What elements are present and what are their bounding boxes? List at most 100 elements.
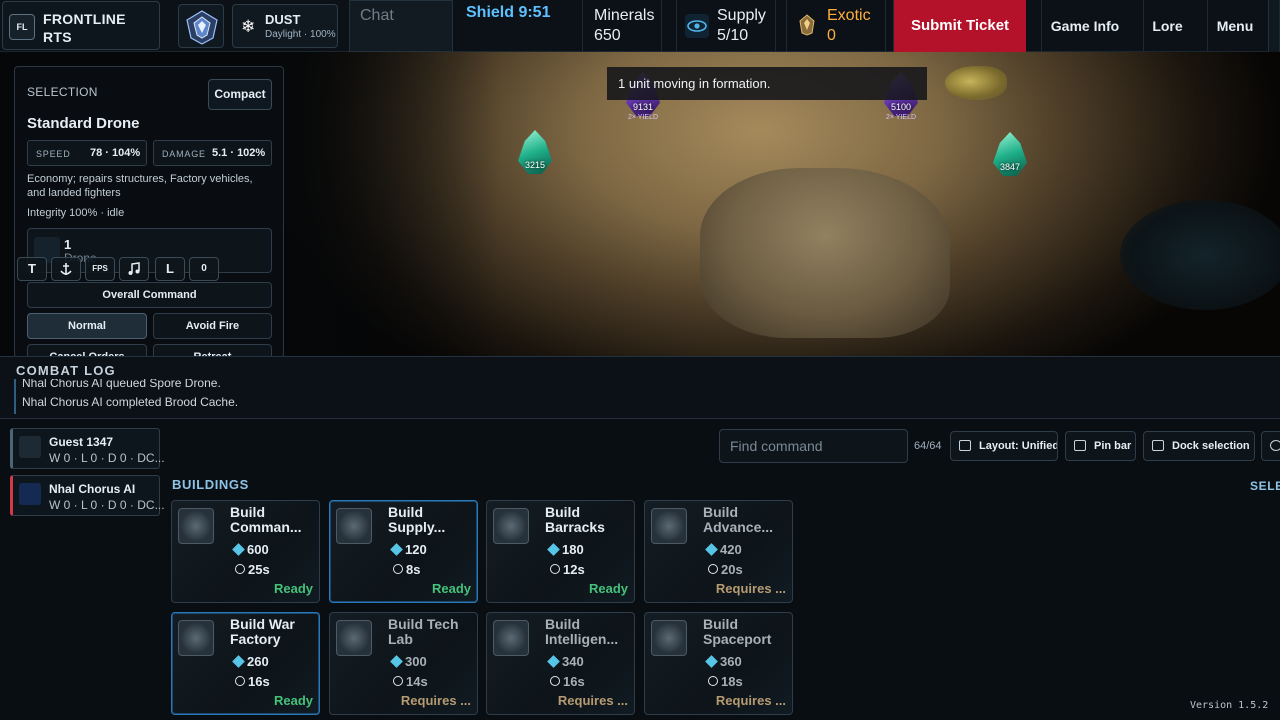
notification-toast: 1 unit moving in formation. bbox=[607, 67, 927, 100]
clock-icon bbox=[708, 564, 718, 574]
card-title: Build bbox=[230, 505, 265, 520]
rock-plateau bbox=[700, 168, 950, 338]
card-status: Requires ... bbox=[715, 581, 786, 596]
command-search[interactable] bbox=[719, 429, 908, 463]
section-title-secondary: SELE bbox=[1250, 479, 1280, 493]
command-count: 64/64 bbox=[914, 440, 942, 452]
command-center-icon bbox=[178, 508, 214, 544]
war-factory-icon bbox=[178, 620, 214, 656]
pin-bar-button[interactable]: Pin bar bbox=[1065, 431, 1136, 461]
selection-panel: SELECTION Compact Standard Drone SPEED 7… bbox=[14, 66, 284, 358]
damage-label: DAMAGE bbox=[162, 149, 206, 159]
card-subtitle: Lab bbox=[388, 632, 413, 647]
weather-subtitle: Daylight · 100% bbox=[265, 29, 336, 40]
build-tech-lab-card[interactable]: Build Tech Lab 300 14s Requires ... bbox=[329, 612, 478, 715]
dock-icon bbox=[1152, 440, 1164, 451]
build-spaceport-card[interactable]: Build Spaceport 360 18s Requires ... bbox=[644, 612, 793, 715]
node-amount: 9131 bbox=[632, 102, 654, 112]
minerals-label: Minerals bbox=[594, 7, 655, 24]
clock-icon bbox=[550, 564, 560, 574]
mineral-icon bbox=[390, 543, 403, 556]
card-cost: 600 bbox=[247, 542, 269, 557]
stance-avoid-fire-button[interactable]: Avoid Fire bbox=[153, 313, 272, 339]
build-advanced-infantry-card[interactable]: Build Advance... 420 20s Requires ... bbox=[644, 500, 793, 603]
card-subtitle: Barracks bbox=[545, 520, 605, 535]
pin-icon bbox=[1074, 440, 1086, 451]
weather-status[interactable]: ❄ DUST Daylight · 100% bbox=[232, 4, 338, 48]
damage-value: 5.1 · 102% bbox=[212, 147, 266, 159]
card-time: 20s bbox=[721, 562, 743, 577]
card-time: 12s bbox=[563, 562, 585, 577]
visibility-button[interactable] bbox=[1261, 431, 1280, 461]
creature-unit[interactable] bbox=[945, 66, 1007, 100]
mineral-icon bbox=[390, 655, 403, 668]
card-title: Build bbox=[388, 505, 423, 520]
hotkey-0-button[interactable]: 0 bbox=[189, 257, 219, 281]
card-title: Build bbox=[545, 617, 580, 632]
game-screen: 3215 9131 2× YIELD 5100 2× YIELD 3847 1 … bbox=[0, 0, 1280, 720]
lore-button[interactable]: Lore bbox=[1143, 0, 1191, 52]
card-title: Build Tech bbox=[388, 617, 459, 632]
menu-button[interactable]: Menu bbox=[1207, 0, 1262, 52]
card-time: 16s bbox=[248, 674, 270, 689]
combat-log-list[interactable]: Nhal Chorus AI queued Spore Drone. Nhal … bbox=[14, 379, 1280, 414]
game-info-button[interactable]: Game Info bbox=[1041, 0, 1128, 52]
card-subtitle: Advance... bbox=[703, 520, 774, 535]
roster-count: 1 bbox=[64, 237, 72, 252]
brand-name: FRONTLINE RTS bbox=[43, 11, 126, 45]
build-supply-depot-card[interactable]: Build Supply... 120 8s Ready bbox=[329, 500, 478, 603]
water-pool bbox=[1120, 200, 1280, 310]
card-time: 25s bbox=[248, 562, 270, 577]
supply-value: 5/10 bbox=[717, 27, 749, 44]
card-cost: 120 bbox=[405, 542, 427, 557]
layout-toggle-button[interactable]: Layout: Unified bbox=[950, 431, 1058, 461]
mineral-icon bbox=[232, 543, 245, 556]
mineral-icon bbox=[547, 655, 560, 668]
player-card[interactable]: Guest 1347 W 0 · L 0 · D 0 · DC... bbox=[10, 428, 165, 469]
node-amount: 3847 bbox=[999, 162, 1021, 172]
build-intelligence-card[interactable]: Build Intelligen... 340 16s Requires ... bbox=[486, 612, 635, 715]
stance-normal-button[interactable]: Normal bbox=[27, 313, 147, 339]
card-status: Requires ... bbox=[715, 693, 786, 708]
card-status: Ready bbox=[273, 693, 313, 708]
music-icon[interactable] bbox=[119, 257, 149, 281]
hotkey-t-button[interactable]: T bbox=[17, 257, 47, 281]
chat-box[interactable] bbox=[349, 0, 453, 52]
clock-icon bbox=[235, 676, 245, 686]
card-time: 8s bbox=[406, 562, 421, 577]
chat-input[interactable] bbox=[350, 1, 452, 31]
command-search-input[interactable] bbox=[720, 430, 907, 462]
exotic-crystal-icon bbox=[797, 14, 817, 36]
card-title: Build bbox=[703, 505, 738, 520]
card-cost: 360 bbox=[720, 654, 742, 669]
mineral-node[interactable]: 3215 bbox=[510, 130, 560, 186]
build-barracks-card[interactable]: Build Barracks 180 12s Ready bbox=[486, 500, 635, 603]
anchor-icon[interactable] bbox=[51, 257, 81, 281]
card-status: Requires ... bbox=[557, 693, 628, 708]
submit-ticket-button[interactable]: Submit Ticket bbox=[893, 0, 1026, 52]
clock-icon bbox=[235, 564, 245, 574]
card-status: Ready bbox=[588, 581, 628, 596]
card-cost: 260 bbox=[247, 654, 269, 669]
advanced-infantry-icon bbox=[651, 508, 687, 544]
dock-selection-button[interactable]: Dock selection bbox=[1143, 431, 1255, 461]
build-war-factory-card[interactable]: Build War Factory 260 16s Ready bbox=[171, 612, 320, 715]
combat-log-title: COMBAT LOG bbox=[16, 363, 116, 378]
hotkey-l-button[interactable]: L bbox=[155, 257, 185, 281]
pin-label: Pin bar bbox=[1094, 440, 1132, 452]
exotic-label: Exotic bbox=[827, 7, 871, 24]
node-amount: 5100 bbox=[890, 102, 912, 112]
overall-command-button[interactable]: Overall Command bbox=[27, 282, 272, 308]
card-status: Ready bbox=[273, 581, 313, 596]
rank-badge-icon[interactable] bbox=[178, 4, 224, 48]
build-command-center-card[interactable]: Build Comman... 600 25s Ready bbox=[171, 500, 320, 603]
mineral-node[interactable]: 3847 bbox=[985, 132, 1035, 188]
compact-button[interactable]: Compact bbox=[208, 79, 272, 110]
node-amount: 3215 bbox=[524, 160, 546, 170]
mineral-icon bbox=[547, 543, 560, 556]
opponent-card[interactable]: Nhal Chorus AI W 0 · L 0 · D 0 · DC... bbox=[10, 475, 165, 516]
fps-toggle[interactable]: FPS bbox=[85, 257, 115, 281]
card-time: 16s bbox=[563, 674, 585, 689]
card-time: 18s bbox=[721, 674, 743, 689]
unit-description: Economy; repairs structures, Factory veh… bbox=[27, 173, 253, 199]
